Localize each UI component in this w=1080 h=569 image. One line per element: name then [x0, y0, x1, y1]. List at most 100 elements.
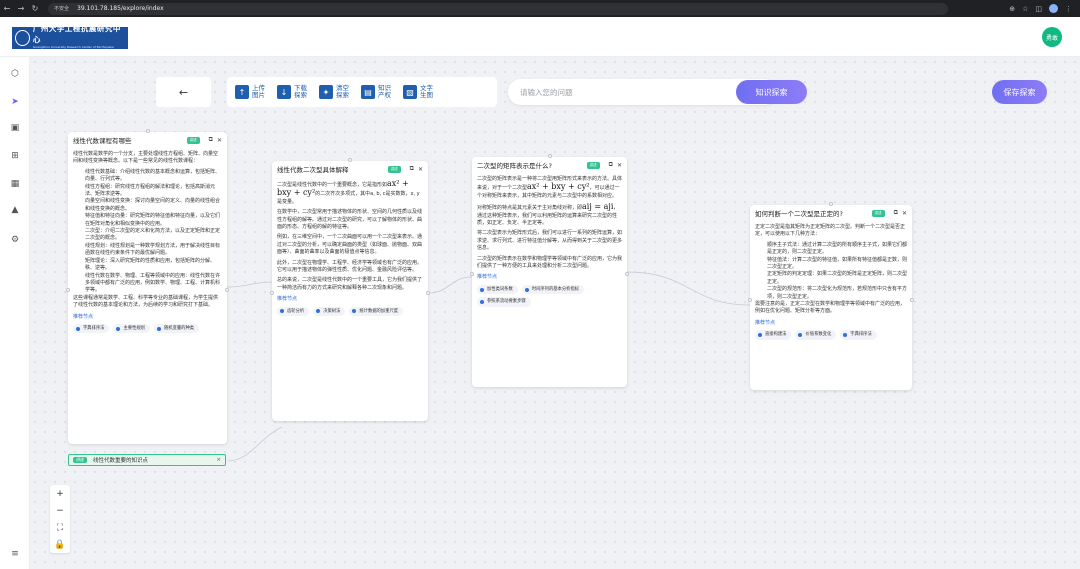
- pending-node[interactable]: 讲述 线性代数重要的知识点 ×: [68, 454, 226, 466]
- recommend-chip[interactable]: 决策树法: [313, 306, 346, 317]
- recommend-chip[interactable]: 统计数据的加重尺度: [349, 306, 404, 317]
- node-handle-left[interactable]: [470, 272, 474, 276]
- recommend-chip[interactable]: 时间序列的基本分析指标: [521, 284, 585, 295]
- card-title: 二次型的矩阵表示是什么?: [477, 162, 552, 170]
- knowledge-card[interactable]: 线性代数二次型具体解释 讲述 ⧉ ✕ 二次型是线性代数中的一个重要概念，它是指形如ax²…: [272, 161, 428, 421]
- recommend-chips: 字典排序法 主要性规划 随机变量的种类: [73, 323, 222, 334]
- user-avatar[interactable]: 勇敢: [1042, 27, 1062, 47]
- card-body: 正定二次型是指其矩阵为正定矩阵的二次型。判断一个二次型是否正定，可以使用以下几种…: [750, 221, 912, 343]
- tool-label: 上传图片: [252, 84, 265, 99]
- recommend-chip[interactable]: 加性类词条数: [477, 284, 518, 295]
- tool-text-to-image[interactable]: ▧ 文字生图: [403, 85, 434, 99]
- zoom-in-icon[interactable]: +: [56, 489, 64, 499]
- node-handle-right[interactable]: [625, 272, 629, 276]
- node-handle-right[interactable]: [910, 297, 914, 302]
- card-list-item: 线性规划：线性规划是一种数学规划方法，用于解决线性目标函数在线性约束条件下的最优…: [85, 242, 221, 257]
- chip-label: 统计数据的加重尺度: [359, 308, 399, 314]
- node-handle-left[interactable]: [748, 297, 752, 302]
- settings-icon[interactable]: ⚙: [8, 233, 22, 247]
- tool-download-explore[interactable]: ↓ 下载探索: [277, 85, 308, 99]
- chip-dot-icon: [480, 299, 484, 304]
- recommend-chip[interactable]: 字典排序法: [840, 330, 877, 340]
- card-text: 二次型是线性代数中的一个重要概念，它是指形如: [277, 182, 388, 188]
- card-paragraph: 对称矩阵的特点是其元素关于主对角线对称，即aij = aji，通过这种矩阵表示，…: [477, 203, 622, 227]
- recommend-label: 推荐节点: [477, 274, 498, 281]
- address-bar[interactable]: 不安全 39.101.78.185/explore/index: [48, 2, 948, 15]
- back-button[interactable]: ←: [156, 77, 211, 107]
- search-input[interactable]: [520, 79, 730, 105]
- back-arrow-icon[interactable]: ←: [0, 4, 14, 13]
- grid-icon[interactable]: ⊞: [8, 149, 22, 163]
- card-list-item: 特征值法：计算二次型的特征值，如果所有特征值都是正数，则二次型正定。: [767, 256, 908, 271]
- node-handle-top[interactable]: [547, 154, 552, 158]
- fit-view-icon[interactable]: ⛶: [57, 523, 63, 533]
- recommend-chip[interactable]: 参照系流动要素步骤: [477, 297, 531, 307]
- reload-icon[interactable]: ↻: [28, 4, 42, 13]
- zoom-icon[interactable]: ⊕: [1009, 5, 1015, 13]
- card-badge: 讲述: [871, 209, 885, 217]
- extension-icon[interactable]: ◫: [1035, 5, 1042, 13]
- recommend-chip[interactable]: 随机变量的种类: [153, 323, 200, 334]
- edge-3-4: [626, 271, 751, 306]
- university-seal-icon: [15, 30, 30, 46]
- expand-icon[interactable]: ⧉: [609, 161, 613, 169]
- node-handle-left[interactable]: [66, 288, 70, 292]
- sidebar: ⬡ ➤ ▣ ⊞ ▦ ▲ ⚙ ≡: [0, 57, 30, 569]
- recommend-chip[interactable]: 价值系数变化: [795, 330, 837, 340]
- close-icon[interactable]: ✕: [617, 162, 622, 169]
- node-handle-right[interactable]: [225, 288, 229, 292]
- download-icon: ↓: [277, 85, 291, 99]
- expand-icon[interactable]: ⧉: [209, 136, 213, 144]
- save-explore-button[interactable]: 保存探索: [992, 80, 1047, 104]
- graduation-cap-icon[interactable]: ▲: [8, 203, 22, 217]
- lock-icon[interactable]: 🔒: [54, 540, 65, 550]
- close-icon[interactable]: ×: [216, 457, 221, 463]
- bookmark-star-icon[interactable]: ☆: [1022, 5, 1028, 13]
- share-icon[interactable]: ➤: [8, 95, 22, 109]
- node-handle-top[interactable]: [348, 158, 352, 162]
- expand-icon[interactable]: ⧉: [894, 209, 898, 217]
- recommend-chip[interactable]: 齿轮分析: [277, 306, 310, 317]
- knowledge-card[interactable]: 线性代数课程有哪些 讲述 ⧉ ✕ 线性代数是数学的一个分支，主要处理线性方程组、矩阵、向…: [68, 132, 227, 444]
- tool-label: 下载探索: [294, 84, 307, 99]
- tool-clear-explore[interactable]: ✦ 清空探索: [319, 85, 350, 99]
- node-handle-top[interactable]: [145, 129, 150, 133]
- chip-dot-icon: [76, 326, 80, 331]
- card-title: 线性代数课程有哪些: [73, 137, 132, 145]
- chip-dot-icon: [316, 309, 321, 314]
- logo[interactable]: 广州大学工程抗震研究中心 Guangzhou University Resear…: [12, 24, 128, 53]
- knowledge-card[interactable]: 二次型的矩阵表示是什么? 讲述 ⧉ ✕ 二次型的矩阵表示是一种将二次型用矩阵形式来表示的…: [472, 157, 627, 387]
- card-title: 线性代数二次型具体解释: [277, 166, 349, 174]
- recommend-chip[interactable]: 字典排序法: [73, 323, 110, 334]
- recommend-chip[interactable]: 主要性规划: [113, 323, 150, 334]
- recommend-chip[interactable]: 直接构建法: [755, 330, 792, 340]
- explore-canvas[interactable]: ← ↑ 上传图片 ↓ 下载探索 ✦ 清空探索 ▤ 知识产权 ▧ 文字生图 知识探…: [30, 57, 1080, 569]
- more-icon[interactable]: ⋮: [1065, 5, 1072, 13]
- node-handle-right[interactable]: [426, 291, 430, 295]
- cube-icon[interactable]: ⬡: [8, 67, 22, 81]
- image-icon[interactable]: ▣: [8, 121, 22, 135]
- card-list-item: 向量空间和线性变换：探讨向量空间的定义、向量的线性组合和线性变换的概念。: [85, 198, 221, 212]
- forward-arrow-icon[interactable]: →: [14, 4, 28, 13]
- close-icon[interactable]: ✕: [418, 166, 423, 173]
- card-badge: 讲述: [586, 161, 600, 169]
- menu-icon[interactable]: ≡: [8, 547, 22, 561]
- expand-icon[interactable]: ⧉: [410, 165, 414, 173]
- close-icon[interactable]: ✕: [217, 137, 222, 144]
- close-icon[interactable]: ✕: [902, 210, 907, 217]
- card-text: 正定二次型是指其矩阵为正定矩阵的二次型。判断一个二次型是否正定，可以使用以下几种…: [755, 224, 906, 238]
- profile-icon[interactable]: [1049, 4, 1058, 13]
- chip-dot-icon: [116, 326, 121, 331]
- knowledge-card[interactable]: 如何判断一个二次型是正定的? 讲述 ⧉ ✕ 正定二次型是指其矩阵为正定矩阵的二次型。判断…: [750, 205, 912, 390]
- edge-1-2: [226, 281, 273, 288]
- calendar-icon[interactable]: ▦: [8, 177, 22, 191]
- tool-ip[interactable]: ▤ 知识产权: [361, 85, 392, 99]
- node-handle-left[interactable]: [270, 291, 274, 295]
- chip-label: 时间序列的基本分析指标: [531, 286, 580, 292]
- tool-upload-image[interactable]: ↑ 上传图片: [235, 85, 266, 99]
- explore-button[interactable]: 知识探索: [736, 80, 807, 104]
- card-badge: 讲述: [186, 136, 200, 144]
- zoom-out-icon[interactable]: −: [56, 506, 64, 516]
- node-handle-top[interactable]: [829, 202, 833, 206]
- chip-label: 字典排序法: [83, 325, 105, 331]
